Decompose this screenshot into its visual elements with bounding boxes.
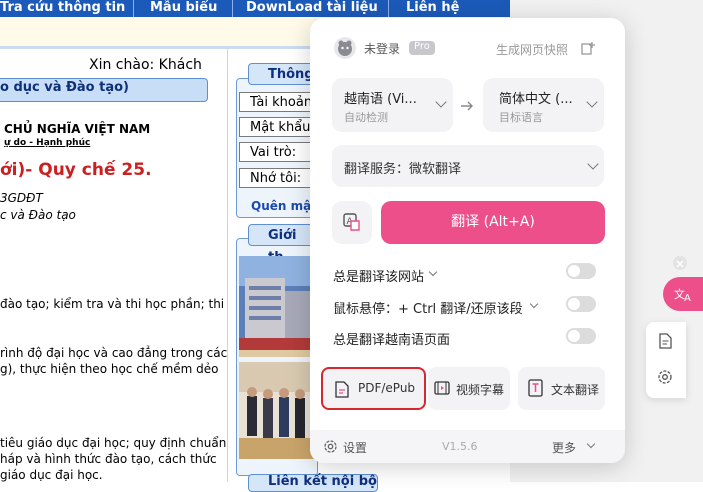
source-language-label: 越南语 (Vi... <box>344 92 417 107</box>
snapshot-button[interactable]: 生成网页快照 <box>496 41 568 58</box>
doc-paragraph: tiêu giáo dục đại học; quy định chuẩn <box>0 436 227 450</box>
pro-badge: Pro <box>409 41 435 55</box>
nav-item-download[interactable]: DownLoad tài liệu <box>246 0 378 17</box>
doc-paragraph: rình độ đại học và cao đẳng trong các <box>0 346 228 360</box>
chevron-down-icon <box>587 158 599 170</box>
doc-title: ới)- Quy chế 25. <box>0 160 152 180</box>
intro-tab[interactable]: Giới th <box>248 224 316 265</box>
hover-translate-toggle[interactable] <box>566 296 596 312</box>
doc-nation: CHỦ NGHĨA VIỆT NAM <box>4 122 151 136</box>
translate-icon: 文 A <box>674 287 691 303</box>
source-language-select[interactable]: 越南语 (Vi... 自动检测 <box>332 78 453 132</box>
section-header-title: o dục và Đào tạo) <box>0 80 130 95</box>
chevron-down-icon[interactable] <box>428 267 438 277</box>
target-language-label: 简体中文 (... <box>499 92 573 107</box>
avatar-icon[interactable] <box>334 37 356 59</box>
video-subtitles-button[interactable]: 视频字幕 <box>428 367 510 410</box>
popup-footer: 设置 V1.5.6 更多 <box>310 430 625 463</box>
nav-separator <box>133 0 134 17</box>
always-translate-site-toggle[interactable] <box>566 263 596 279</box>
site-navbar: Tra cứu thông tin Mẫu biểu DownLoad tài … <box>0 0 510 17</box>
role-field[interactable]: Vai trò: <box>239 142 316 162</box>
hover-translate-label[interactable]: 鼠标悬停：+ Ctrl 翻译/还原该段 <box>333 298 523 317</box>
version-label: V1.5.6 <box>442 440 478 453</box>
translate-popup: 未登录 Pro 生成网页快照 越南语 (Vi... 自动检测 简体中文 (...… <box>310 18 625 463</box>
nav-item-contact[interactable]: Liên hệ <box>406 0 459 17</box>
more-menu[interactable]: 更多 <box>552 439 576 456</box>
document-icon <box>335 381 349 398</box>
target-language-select[interactable]: 简体中文 (... 目标语言 <box>483 78 604 132</box>
doc-paragraph: đào tạo; kiểm tra và thi học phần; thi <box>0 297 225 311</box>
intro-photo-building <box>239 256 316 357</box>
arrow-right-icon <box>460 97 474 116</box>
column-divider <box>227 49 228 482</box>
snapshot-icon[interactable] <box>581 40 595 55</box>
password-field[interactable]: Mật khẩu <box>239 117 316 137</box>
always-translate-language-toggle[interactable] <box>566 328 596 344</box>
intro-photo-meeting <box>239 362 316 459</box>
chevron-down-icon <box>435 96 447 108</box>
gear-icon[interactable] <box>657 369 673 385</box>
doc-paragraph: g), thực hiện theo học chế mềm dẻo <box>0 362 219 376</box>
always-translate-site-label[interactable]: 总是翻译该网站 <box>333 266 424 285</box>
always-translate-language-label[interactable]: 总是翻译越南语页面 <box>333 329 450 348</box>
floating-side-panel <box>646 322 686 398</box>
pdf-epub-label: PDF/ePub <box>358 381 416 395</box>
pdf-epub-button[interactable]: PDF/ePub <box>321 367 426 410</box>
doc-paragraph: giáo dục đại học. <box>0 468 103 482</box>
forgot-password-link[interactable]: Quên mậ <box>251 199 311 213</box>
chevron-down-icon[interactable] <box>529 299 539 309</box>
source-language-hint: 自动检测 <box>344 111 388 124</box>
document-icon[interactable] <box>659 333 672 349</box>
floating-translate-button[interactable]: 文 A <box>663 277 703 311</box>
chevron-down-icon[interactable] <box>586 439 596 449</box>
translate-icon: A <box>343 213 360 231</box>
translation-service-select[interactable]: 翻译服务：微软翻译 <box>332 145 604 187</box>
text-icon <box>528 379 543 397</box>
text-translate-button[interactable]: 文本翻译 <box>518 367 605 410</box>
user-status[interactable]: 未登录 <box>364 40 400 57</box>
greeting-text: Xin chào: Khách <box>89 57 202 73</box>
video-subtitles-label: 视频字幕 <box>456 383 505 397</box>
target-language-hint: 目标语言 <box>499 111 543 124</box>
text-translate-label: 文本翻译 <box>551 383 600 397</box>
nav-separator <box>388 0 389 17</box>
settings-link[interactable]: 设置 <box>343 439 367 456</box>
account-field[interactable]: Tài khoản <box>239 92 316 112</box>
translate-button[interactable]: 翻译 (Alt+A) <box>381 201 605 244</box>
doc-ref: 3GDĐT <box>0 191 43 205</box>
nav-item-lookup[interactable]: Tra cứu thông tin <box>0 0 125 17</box>
close-float-icon[interactable] <box>673 256 687 270</box>
nav-separator <box>232 0 233 17</box>
page: Tra cứu thông tin Mẫu biểu DownLoad tài … <box>0 0 703 492</box>
doc-motto: ự do - Hạnh phúc <box>4 138 91 148</box>
translation-service-label: 翻译服务：微软翻译 <box>344 162 462 177</box>
video-icon <box>434 381 450 395</box>
nav-item-forms[interactable]: Mẫu biểu <box>150 0 217 17</box>
login-tab[interactable]: Thông <box>248 63 316 85</box>
doc-agency: c và Đào tạo <box>0 208 76 222</box>
svg-text:A: A <box>684 293 691 303</box>
swap-translate-icon-button[interactable]: A <box>332 201 372 244</box>
doc-paragraph: háp và hình thức đào tạo, cách thức <box>0 452 217 466</box>
chevron-down-icon <box>586 96 598 108</box>
remember-field[interactable]: Nhớ tôi: <box>239 168 316 188</box>
gear-icon[interactable] <box>323 439 338 454</box>
internal-links-tab[interactable]: Liên kết nội bộ <box>248 474 378 492</box>
